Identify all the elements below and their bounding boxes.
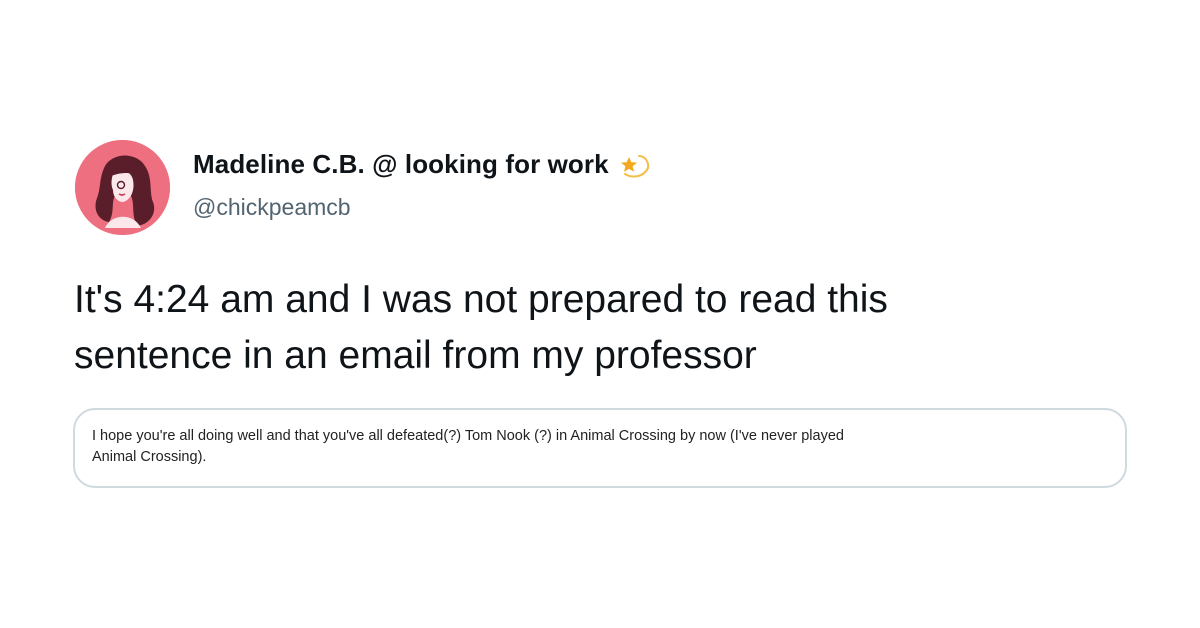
avatar-illustration-icon [75,140,170,235]
email-excerpt-line-1: I hope you're all doing well and that yo… [92,428,844,444]
embedded-email-quote[interactable]: I hope you're all doing well and that yo… [73,408,1127,488]
author-name-row: Madeline C.B. @ looking for work [193,149,651,180]
tweet-text-line-2: sentence in an email from my professor [74,334,757,377]
author-display-name[interactable]: Madeline C.B. @ looking for work [193,149,609,180]
tweet-text: It's 4:24 am and I was not prepared to r… [74,272,1134,384]
email-excerpt-line-2: Animal Crossing). [92,449,207,465]
tweet-card: Madeline C.B. @ looking for work @chickp… [0,0,1200,628]
shooting-star-icon [619,150,651,180]
email-excerpt-text: I hope you're all doing well and that yo… [92,426,1112,468]
tweet-text-line-1: It's 4:24 am and I was not prepared to r… [74,278,888,321]
avatar[interactable] [75,140,170,235]
author-handle[interactable]: @chickpeamcb [193,194,351,221]
